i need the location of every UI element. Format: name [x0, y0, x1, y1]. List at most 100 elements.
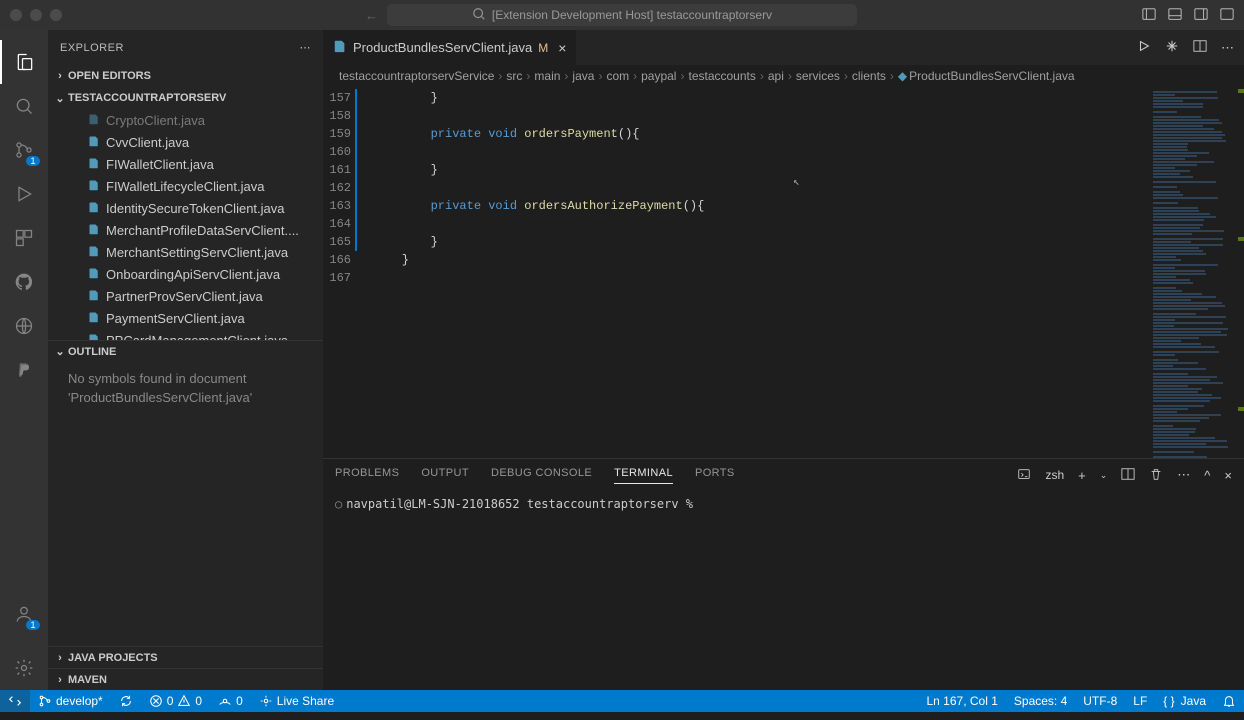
command-center[interactable]: [Extension Development Host] testaccount… [387, 4, 857, 26]
maximize-icon[interactable]: ^ [1204, 468, 1210, 483]
breadcrumb-item[interactable]: services [796, 69, 840, 83]
code-line[interactable] [373, 143, 1146, 161]
maven-header[interactable]: › MAVEN [48, 668, 323, 690]
toggle-secondary-icon[interactable] [1194, 7, 1208, 24]
nav-back-icon[interactable]: ← [365, 8, 378, 23]
breadcrumb-item[interactable]: testaccounts [688, 69, 755, 83]
new-terminal-icon[interactable]: + [1078, 468, 1086, 483]
panel-tab-ports[interactable]: PORTS [695, 467, 735, 483]
code-content[interactable]: } private void ordersPayment(){ } privat… [373, 87, 1146, 458]
status-ports[interactable]: 0 [210, 694, 251, 708]
panel-tab-debug-console[interactable]: DEBUG CONSOLE [491, 467, 592, 483]
breadcrumb[interactable]: testaccountraptorservService›src›main›ja… [323, 65, 1244, 87]
code-line[interactable] [373, 179, 1146, 197]
status-language[interactable]: { }Java [1155, 694, 1214, 708]
terminal-content[interactable]: ○navpatil@LM-SJN-21018652 testaccountrap… [323, 491, 1244, 690]
scm-badge: 1 [26, 156, 40, 166]
file-item[interactable]: MerchantProfileDataServClient.... [48, 219, 323, 241]
activity-explorer[interactable] [0, 40, 48, 84]
code-line[interactable] [373, 215, 1146, 233]
more-icon[interactable]: ⋯ [300, 41, 312, 54]
status-liveshare[interactable]: Live Share [251, 694, 342, 708]
file-item[interactable]: OnboardingApiServClient.java [48, 263, 323, 285]
dropdown-icon[interactable]: ⌄ [1100, 470, 1108, 481]
split-editor-icon[interactable] [1193, 39, 1207, 56]
code-line[interactable] [373, 107, 1146, 125]
activity-accounts[interactable]: 1 [0, 592, 48, 636]
status-eol[interactable]: LF [1125, 694, 1155, 708]
panel-tab-output[interactable]: OUTPUT [421, 467, 469, 483]
breadcrumb-item[interactable]: paypal [641, 69, 676, 83]
open-editors-header[interactable]: › OPEN EDITORS [48, 65, 323, 87]
more-icon[interactable]: ⋯ [1177, 467, 1190, 483]
panel-tab-problems[interactable]: PROBLEMS [335, 467, 399, 483]
status-indent[interactable]: Spaces: 4 [1006, 694, 1075, 708]
file-item[interactable]: PPCardManagementClient.java [48, 329, 323, 340]
activity-github[interactable] [0, 260, 48, 304]
file-item[interactable]: MerchantSettingServClient.java [48, 241, 323, 263]
minimap[interactable] [1146, 87, 1234, 458]
tab-active[interactable]: ProductBundlesServClient.java M × [323, 30, 577, 65]
breadcrumb-item[interactable]: com [606, 69, 629, 83]
activity-settings[interactable] [0, 646, 48, 690]
activity-remote-explorer[interactable] [0, 304, 48, 348]
zoom-window[interactable] [50, 9, 62, 21]
breadcrumb-item[interactable]: testaccountraptorservService [339, 69, 494, 83]
code-line[interactable] [373, 269, 1146, 287]
toggle-sidebar-icon[interactable] [1142, 7, 1156, 24]
more-icon[interactable]: ⋯ [1221, 40, 1234, 56]
toggle-panel-icon[interactable] [1168, 7, 1182, 24]
split-terminal-icon[interactable] [1121, 467, 1135, 484]
file-item[interactable]: CvvClient.java [48, 131, 323, 153]
breadcrumb-item[interactable]: clients [852, 69, 886, 83]
file-item[interactable]: FIWalletLifecycleClient.java [48, 175, 323, 197]
breadcrumb-item[interactable]: main [534, 69, 560, 83]
remote-indicator[interactable] [0, 690, 30, 712]
activity-scm[interactable]: 1 [0, 128, 48, 172]
customize-layout-icon[interactable] [1220, 7, 1234, 24]
code-line[interactable]: } [373, 251, 1146, 269]
status-sync[interactable] [111, 694, 141, 708]
file-item[interactable]: CryptoClient.java [48, 109, 323, 131]
file-tree[interactable]: CryptoClient.javaCvvClient.javaFIWalletC… [48, 109, 323, 340]
panel-tab-terminal[interactable]: TERMINAL [614, 467, 673, 484]
code-line[interactable]: } [373, 161, 1146, 179]
code-editor[interactable]: 157158159160161162163164165166167 } priv… [323, 87, 1244, 458]
close-icon[interactable]: × [558, 40, 566, 56]
debug-config-icon[interactable] [1165, 39, 1179, 56]
chevron-right-icon: › [564, 69, 568, 83]
breadcrumb-item[interactable]: src [506, 69, 522, 83]
close-window[interactable] [10, 9, 22, 21]
breadcrumb-item[interactable]: ◆ProductBundlesServClient.java [898, 69, 1075, 83]
status-cursor[interactable]: Ln 167, Col 1 [919, 694, 1006, 708]
chevron-right-icon: › [788, 69, 792, 83]
status-encoding[interactable]: UTF-8 [1075, 694, 1125, 708]
activity-debug[interactable] [0, 172, 48, 216]
code-line[interactable]: private void ordersPayment(){ [373, 125, 1146, 143]
overview-ruler[interactable] [1234, 87, 1244, 458]
outline-header[interactable]: ⌄ OUTLINE [48, 340, 323, 362]
code-line[interactable]: private void ordersAuthorizePayment(){ [373, 197, 1146, 215]
terminal-profile-icon[interactable] [1017, 467, 1031, 484]
java-projects-header[interactable]: › JAVA PROJECTS [48, 646, 323, 668]
status-branch[interactable]: develop* [30, 694, 111, 708]
project-header[interactable]: ⌄ TESTACCOUNTRAPTORSERV [48, 87, 323, 109]
file-item[interactable]: FIWalletClient.java [48, 153, 323, 175]
kill-terminal-icon[interactable] [1149, 467, 1163, 484]
close-panel-icon[interactable]: × [1224, 468, 1232, 483]
breadcrumb-item[interactable]: api [768, 69, 784, 83]
minimize-window[interactable] [30, 9, 42, 21]
breadcrumb-item[interactable]: java [572, 69, 594, 83]
run-icon[interactable] [1137, 39, 1151, 56]
activity-search[interactable] [0, 84, 48, 128]
file-item[interactable]: PartnerProvServClient.java [48, 285, 323, 307]
code-line[interactable]: } [373, 89, 1146, 107]
activity-paypal[interactable] [0, 348, 48, 392]
activity-extensions[interactable] [0, 216, 48, 260]
status-notifications[interactable] [1214, 694, 1244, 708]
file-item[interactable]: IdentitySecureTokenClient.java [48, 197, 323, 219]
status-problems[interactable]: 0 0 [141, 694, 210, 708]
code-line[interactable]: } [373, 233, 1146, 251]
file-item[interactable]: PaymentServClient.java [48, 307, 323, 329]
shell-name[interactable]: zsh [1045, 468, 1064, 482]
